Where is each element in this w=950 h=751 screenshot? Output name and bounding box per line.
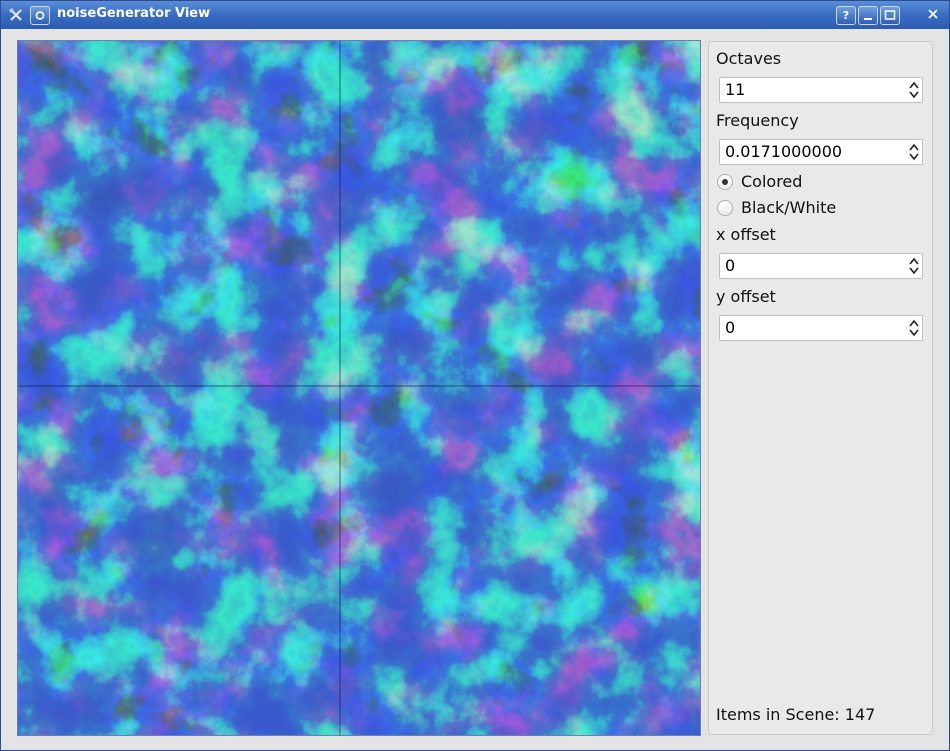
window-title: noiseGenerator View [57, 6, 211, 21]
colored-label[interactable]: Colored [741, 172, 802, 191]
spin-arrows-icon[interactable] [909, 81, 919, 99]
minimize-button[interactable] [858, 6, 878, 25]
window-menu-button[interactable] [30, 6, 50, 25]
octaves-spinbox[interactable]: 11 [719, 77, 923, 103]
x-offset-label: x offset [716, 225, 776, 244]
terrain-layer [18, 41, 700, 735]
octaves-label: Octaves [716, 49, 782, 68]
window-menu-icon [35, 11, 45, 20]
y-offset-label: y offset [716, 287, 776, 306]
noise-image [18, 41, 700, 735]
radio-selected-dot [722, 179, 728, 185]
colored-radio-indicator[interactable] [717, 174, 733, 190]
spin-arrows-icon[interactable] [909, 257, 919, 275]
items-in-scene-status: Items in Scene: 147 [716, 705, 876, 724]
close-icon [928, 9, 938, 19]
spin-arrows-icon[interactable] [909, 143, 919, 161]
y-offset-value[interactable]: 0 [725, 318, 735, 337]
x-offset-spinbox[interactable]: 0 [719, 253, 923, 279]
x-offset-value[interactable]: 0 [725, 256, 735, 275]
black-white-label[interactable]: Black/White [741, 198, 836, 217]
minimize-icon [864, 18, 872, 20]
frequency-value[interactable]: 0.0171000000 [725, 142, 842, 161]
frequency-spinbox[interactable]: 0.0171000000 [719, 139, 923, 165]
maximize-button[interactable] [880, 6, 900, 25]
tools-icon[interactable] [8, 7, 24, 23]
controls-panel: Octaves 11 Frequency 0.0171000000 Colore… [708, 41, 933, 735]
black-white-radio-indicator[interactable] [717, 200, 733, 216]
title-bar[interactable]: noiseGenerator View ? [1, 1, 949, 29]
y-offset-spinbox[interactable]: 0 [719, 315, 923, 341]
app-window: noiseGenerator View ? Octaves 11 Frequen… [0, 0, 950, 751]
spin-arrows-icon[interactable] [909, 319, 919, 337]
close-button[interactable] [923, 6, 943, 25]
help-button[interactable]: ? [836, 6, 856, 25]
noise-canvas[interactable] [17, 40, 701, 736]
octaves-value[interactable]: 11 [725, 80, 745, 99]
frequency-label: Frequency [716, 111, 799, 130]
maximize-icon [884, 10, 896, 20]
